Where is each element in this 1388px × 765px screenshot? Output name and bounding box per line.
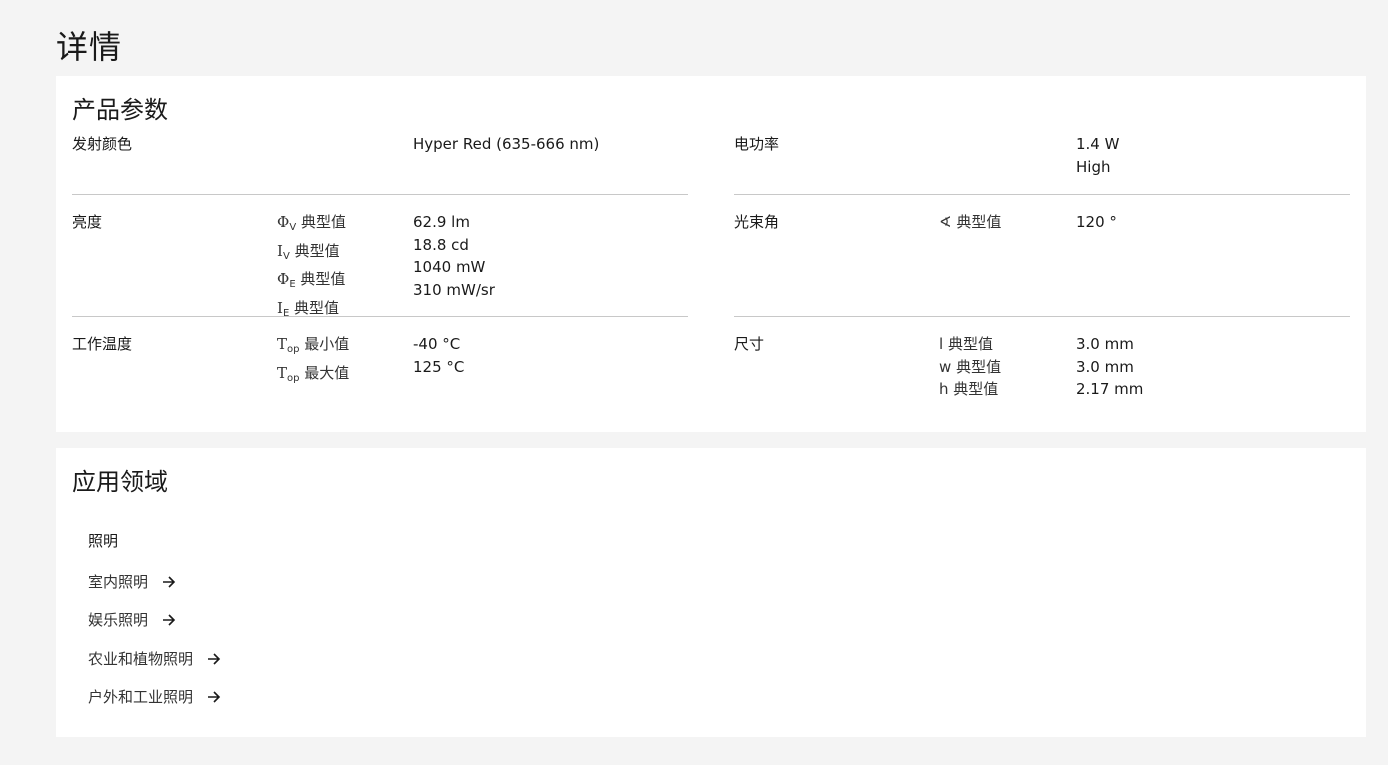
- param-name: 电功率: [734, 135, 780, 153]
- param-values: 3.0 mm 3.0 mm 2.17 mm: [1076, 335, 1144, 398]
- param-name: 尺寸: [734, 335, 765, 353]
- param-row-brightness: 亮度 ΦV 典型值 IV 典型值 ΦE 典型值 IE 典型值 62.9 lm 1…: [72, 211, 688, 319]
- arrow-right-icon: [163, 575, 176, 588]
- param-values: 62.9 lm 18.8 cd 1040 mW 310 mW/sr: [413, 213, 495, 299]
- arrow-right-icon: [163, 613, 176, 626]
- param-name: 工作温度: [72, 335, 133, 353]
- param-values: 1.4 W High: [1076, 135, 1120, 176]
- applications-title: 应用领域: [72, 468, 168, 496]
- product-parameters-card: 产品参数 发射颜色 Hyper Red (635-666 nm) 亮度 ΦV 典…: [56, 76, 1366, 432]
- application-link-horticulture-lighting[interactable]: 农业和植物照明: [88, 648, 221, 669]
- param-sub-labels: ΦV 典型值 IV 典型值 ΦE 典型值 IE 典型值: [277, 213, 346, 319]
- param-row-emission-color: 发射颜色 Hyper Red (635-666 nm): [72, 133, 688, 195]
- param-sub-labels: ∢ 典型值: [939, 213, 1002, 231]
- param-values: -40 °C 125 °C: [413, 335, 465, 376]
- param-row-beam-angle: 光束角 ∢ 典型值 120 °: [734, 211, 1350, 317]
- application-link-outdoor-industrial-lighting[interactable]: 户外和工业照明: [88, 686, 221, 707]
- applications-card: 应用领域 照明 室内照明 娱乐照明 农业和植物照明 户外和工业照明: [56, 448, 1366, 737]
- param-value: Hyper Red (635-666 nm): [413, 135, 600, 153]
- param-name: 亮度: [72, 213, 103, 231]
- angle-icon: ∢: [939, 213, 952, 231]
- arrow-right-icon: [208, 652, 221, 665]
- application-link-entertainment-lighting[interactable]: 娱乐照明: [88, 609, 176, 630]
- param-row-operating-temperature: 工作温度 Top 最小值 Top 最大值 -40 °C 125 °C: [72, 333, 688, 393]
- param-row-electrical-power: 电功率 1.4 W High: [734, 133, 1350, 195]
- param-name: 发射颜色: [72, 135, 133, 153]
- param-sub-labels: l 典型值 w 典型值 h 典型值: [939, 335, 1002, 398]
- arrow-right-icon: [208, 690, 221, 703]
- application-link-indoor-lighting[interactable]: 室内照明: [88, 571, 176, 592]
- page-title: 详情: [56, 28, 123, 66]
- param-row-dimensions: 尺寸 l 典型值 w 典型值 h 典型值 3.0 mm 3.0 mm 2.17 …: [734, 333, 1350, 403]
- product-parameters-title: 产品参数: [72, 96, 168, 124]
- param-name: 光束角: [734, 213, 780, 231]
- application-group-label: 照明: [88, 532, 119, 550]
- param-sub-labels: Top 最小值 Top 最大值: [277, 335, 350, 384]
- param-values: 120 °: [1076, 213, 1117, 231]
